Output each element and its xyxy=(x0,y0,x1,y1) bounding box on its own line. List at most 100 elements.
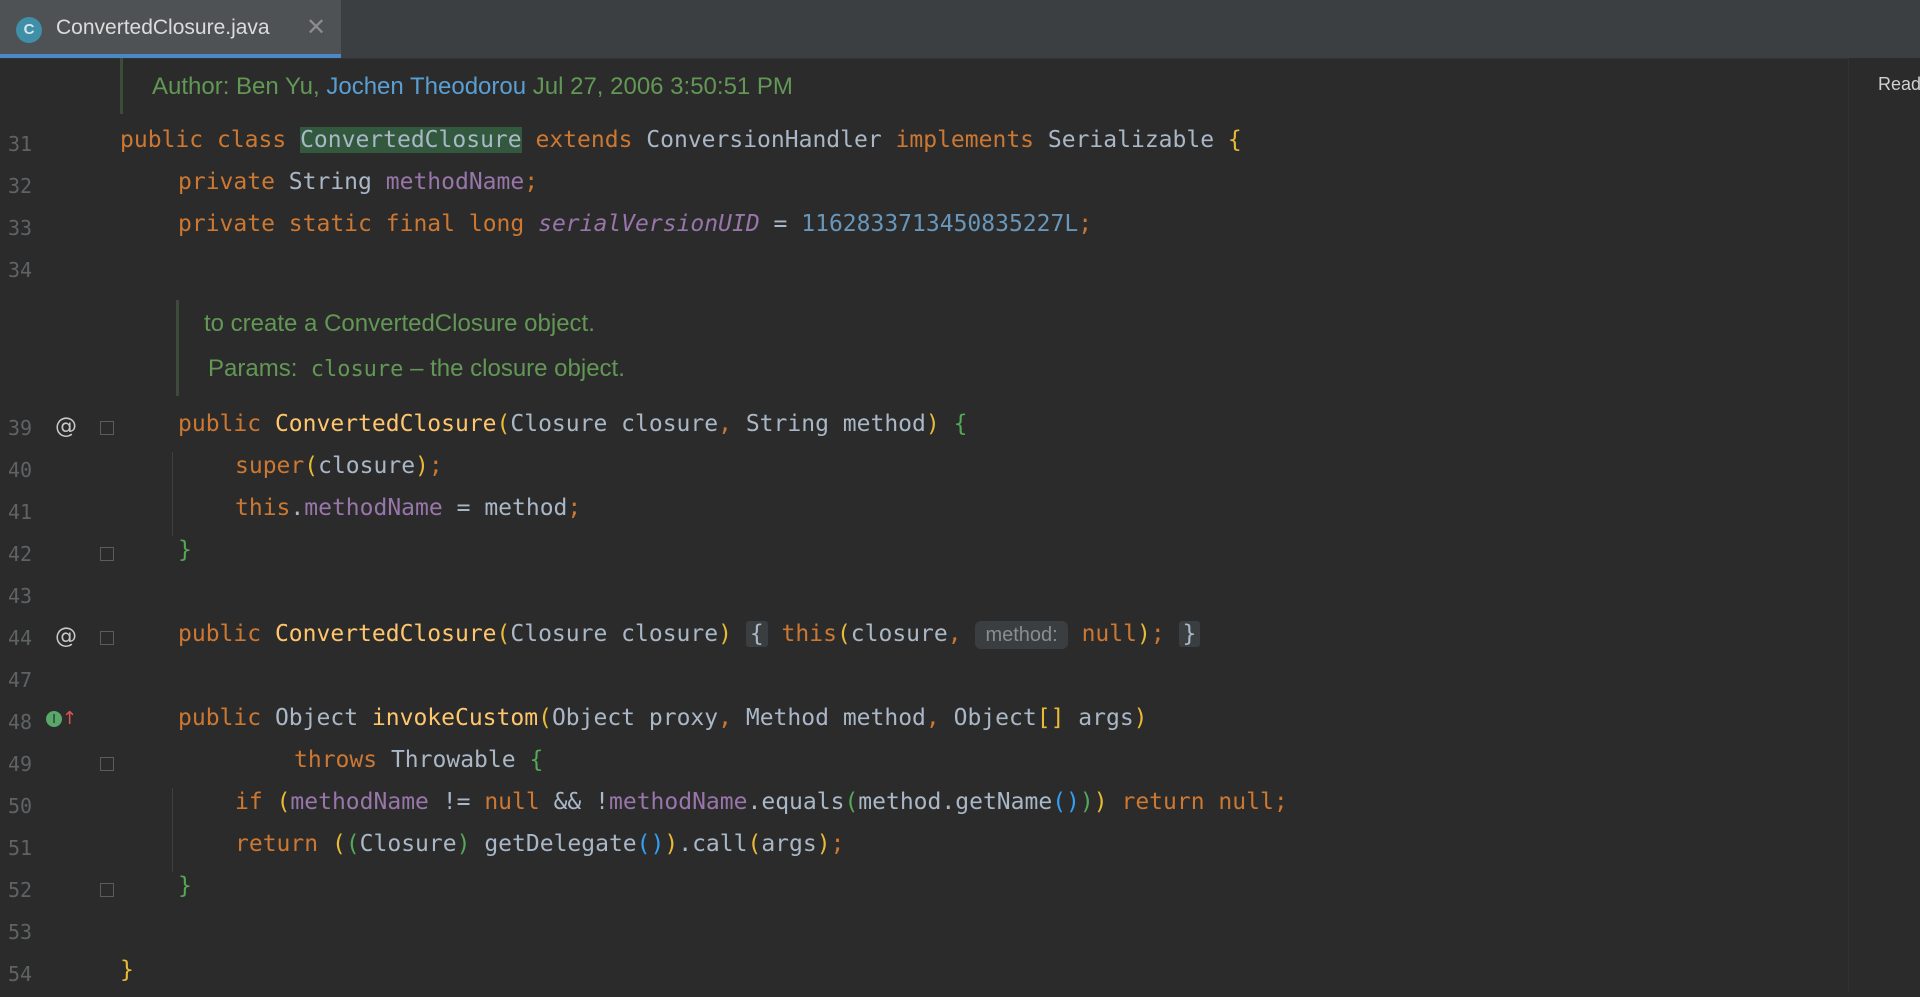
code-line-39[interactable]: public ConvertedClosure(Closure closure,… xyxy=(178,411,967,451)
type-name: ConversionHandler xyxy=(646,127,882,153)
keyword: if xyxy=(235,789,263,815)
keyword: implements xyxy=(895,127,1035,153)
paren: ( xyxy=(844,789,859,815)
field-name: methodName xyxy=(304,495,443,521)
code-line-54[interactable]: } xyxy=(120,957,134,997)
close-icon[interactable]: ✕ xyxy=(306,13,326,41)
dot: . xyxy=(290,495,305,521)
author-name-1: Ben Yu, xyxy=(236,73,327,100)
annotation-icon[interactable]: @ xyxy=(55,414,77,439)
identifier: closure xyxy=(850,621,948,647)
paren: ( xyxy=(276,789,291,815)
reader-mode-label[interactable]: Reader Mode xyxy=(1878,74,1920,95)
folded-brace[interactable]: { xyxy=(745,621,768,647)
folded-brace[interactable]: } xyxy=(1178,621,1201,647)
code-line-33[interactable]: private static final long serialVersionU… xyxy=(178,211,1092,251)
doc-comment-bar xyxy=(176,300,179,396)
operator: = xyxy=(773,211,788,237)
type-name: Closure xyxy=(510,411,608,437)
type-name: Closure xyxy=(510,621,608,647)
fold-end-icon[interactable] xyxy=(100,883,114,897)
type-name: Object xyxy=(551,705,636,731)
brace: } xyxy=(120,957,134,983)
code-line-50[interactable]: if (methodName != null && !methodName.eq… xyxy=(235,789,1288,829)
code-line-31[interactable]: public class ConvertedClosure extends Co… xyxy=(120,127,1242,167)
semicolon: ; xyxy=(1078,211,1093,237)
code-line-51[interactable]: return ((Closure) getDelegate()).call(ar… xyxy=(235,831,844,871)
code-line-49[interactable]: throws Throwable { xyxy=(294,747,543,787)
identifier: args xyxy=(761,831,817,857)
param: args xyxy=(1078,705,1134,731)
fold-expand-icon[interactable] xyxy=(100,631,114,645)
operator: = xyxy=(456,495,471,521)
semicolon: ; xyxy=(830,831,845,857)
dot: . xyxy=(678,831,693,857)
line-number: 31 xyxy=(8,132,33,156)
type-name: Serializable xyxy=(1047,127,1215,153)
fold-collapse-icon[interactable] xyxy=(100,421,114,435)
keyword: extends xyxy=(535,127,633,153)
operator: ! xyxy=(595,789,609,815)
dot: . xyxy=(941,789,956,815)
line-number: 50 xyxy=(8,794,33,818)
right-gutter-panel xyxy=(1848,58,1920,992)
brace: { xyxy=(1227,127,1242,153)
keyword: long xyxy=(468,211,525,237)
code-line-40[interactable]: super(closure); xyxy=(235,453,443,493)
code-editor[interactable]: Author: Ben Yu, Jochen Theodorou Jul 27,… xyxy=(0,58,1920,992)
paren: ) xyxy=(718,621,732,647)
code-line-52[interactable]: } xyxy=(178,873,192,913)
paren: ) xyxy=(1093,789,1108,815)
brace: } xyxy=(178,873,192,899)
field-name: methodName xyxy=(290,789,429,815)
type-name: String xyxy=(745,411,829,437)
line-number: 47 xyxy=(8,668,33,692)
paren: ) xyxy=(1079,789,1094,815)
line-number: 43 xyxy=(8,584,33,608)
type-name: Object xyxy=(274,705,359,731)
ctor-doc-params: Params: closure – the closure object. xyxy=(208,355,625,383)
tab-convertedclosure-java[interactable]: C ConvertedClosure.java ✕ xyxy=(0,0,341,58)
line-number: 48 xyxy=(8,710,33,734)
code-line-41[interactable]: this.methodName = method; xyxy=(235,495,581,535)
author-name-link[interactable]: Jochen Theodorou xyxy=(326,73,526,100)
doc-comment-bar xyxy=(120,58,123,114)
fold-end-icon[interactable] xyxy=(100,547,114,561)
annotation-icon[interactable]: @ xyxy=(55,624,77,649)
line-number: 40 xyxy=(8,458,33,482)
author-doc: Author: Ben Yu, Jochen Theodorou Jul 27,… xyxy=(152,73,793,101)
paren: ( xyxy=(496,411,511,437)
keyword: null xyxy=(484,789,540,815)
semicolon: ; xyxy=(524,169,539,195)
line-number: 42 xyxy=(8,542,33,566)
code-line-32[interactable]: private String methodName; xyxy=(178,169,538,209)
semicolon: ; xyxy=(1150,621,1165,647)
operator: && xyxy=(553,789,582,815)
code-line-44[interactable]: public ConvertedClosure(Closure closure)… xyxy=(178,621,1201,661)
semicolon: ; xyxy=(567,495,582,521)
param-desc: – the closure object. xyxy=(403,355,625,382)
method-call: getDelegate xyxy=(484,831,637,857)
keyword: public xyxy=(178,621,262,647)
implements-method-icon[interactable]: I ↑ xyxy=(46,708,77,729)
paren: ) xyxy=(415,453,429,479)
comma: , xyxy=(925,705,940,731)
type-name: Method xyxy=(745,705,829,731)
indent-guide xyxy=(172,452,173,536)
line-number: 54 xyxy=(8,962,33,986)
keyword: return xyxy=(1121,789,1205,815)
method-call: call xyxy=(692,831,748,857)
comma: , xyxy=(718,411,732,437)
line-number: 52 xyxy=(8,878,33,902)
paren: ) xyxy=(456,831,471,857)
code-line-48[interactable]: public Object invokeCustom(Object proxy,… xyxy=(178,705,1148,745)
paren: () xyxy=(1052,789,1080,815)
param: closure xyxy=(621,621,719,647)
tab-title: ConvertedClosure.java xyxy=(56,16,270,39)
keyword: throws xyxy=(294,747,378,773)
type-name: Throwable xyxy=(390,747,516,773)
author-date: Jul 27, 2006 3:50:51 PM xyxy=(526,73,793,100)
code-line-42[interactable]: } xyxy=(178,537,192,577)
line-number: 49 xyxy=(8,752,33,776)
fold-collapse-icon[interactable] xyxy=(100,757,114,771)
